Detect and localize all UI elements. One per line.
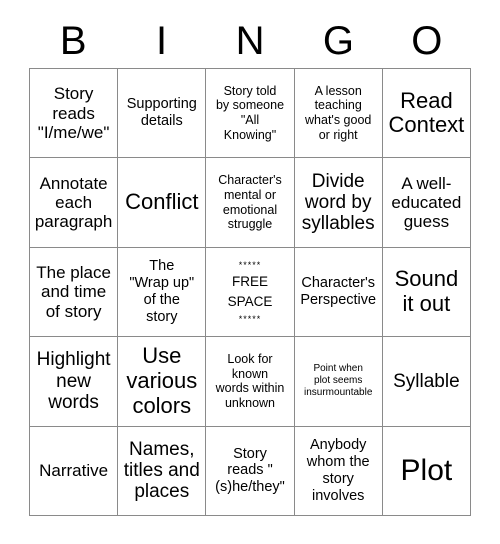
bingo-cell[interactable]: Read Context [382,69,471,159]
bingo-cell-label: Highlight new words [36,349,111,414]
bingo-cell-label: Supporting details [126,96,197,130]
bingo-cell-label: Conflict [125,189,199,215]
header-letter-b: B [59,19,87,63]
bingo-cell-label: Syllable [393,370,460,392]
bingo-cell[interactable]: A lesson teaching what's good or right [294,69,383,159]
header-letter-g: G [322,19,354,63]
bingo-cell-label: Read Context [388,87,465,138]
bingo-cell-label: Plot [400,454,453,488]
bingo-cell-label: A lesson teaching what's good or right [305,83,372,142]
bingo-cell[interactable]: Narrative [30,426,119,516]
free-space-stars-top: ***** [238,260,262,271]
bingo-cell[interactable]: Names, titles and places [118,426,207,516]
bingo-cell[interactable]: Highlight new words [30,337,119,427]
bingo-cell[interactable]: A well- educated guess [382,158,471,248]
bingo-cell[interactable]: Use various colors [118,337,207,427]
bingo-cell-label: Point when plot seems insurmountable [304,363,373,399]
bingo-cell-label: Story told by someone "All Knowing" [215,83,285,142]
free-space-label: FREE SPACE [227,274,273,309]
bingo-cell[interactable]: Divide word by syllables [294,158,383,248]
bingo-cell[interactable]: The place and time of story [30,247,119,338]
bingo-header-row: B I N G O [29,14,471,68]
header-letter-o: O [411,19,443,63]
bingo-cell[interactable]: The "Wrap up" of the story [118,247,207,338]
bingo-grid: Story reads "I/me/we" Supporting details S… [29,68,471,516]
bingo-cell[interactable]: Story reads " (s)he/they" [206,426,295,516]
free-space-content: ***** FREE SPACE ***** [209,258,290,326]
bingo-cell-label: Story reads "I/me/we" [37,84,110,142]
bingo-card: B I N G O Story reads "I/me/we" Supportin… [0,0,500,544]
bingo-cell-label: Anybody whom the story involves [306,437,370,504]
bingo-cell[interactable]: Plot [382,426,471,516]
bingo-cell[interactable]: Character's mental or emotional struggle [206,158,295,248]
bingo-cell-label: Narrative [39,461,109,481]
bingo-cell[interactable]: Supporting details [118,69,207,159]
bingo-cell-label: A well- educated guess [391,173,462,232]
bingo-cell-label: Story reads " (s)he/they" [215,445,285,496]
bingo-cell[interactable]: Look for known words within unknown [206,337,295,427]
bingo-cell[interactable]: Annotate each paragraph [30,158,119,248]
bingo-cell[interactable]: Point when plot seems insurmountable [294,337,383,427]
bingo-cell-label: Divide word by syllables [301,170,375,235]
bingo-cell[interactable]: Sound it out [382,247,471,338]
bingo-cell-label: The place and time of story [36,262,111,321]
bingo-cell[interactable]: Anybody whom the story involves [294,426,383,516]
header-letter-n: N [235,19,265,63]
bingo-cell-label: Look for known words within unknown [215,351,285,411]
bingo-cell-label: Use various colors [126,343,198,418]
bingo-cell[interactable]: Story told by someone "All Knowing" [206,69,295,159]
bingo-cell-label: Character's mental or emotional struggle [218,173,282,232]
bingo-cell[interactable]: Syllable [382,337,471,427]
bingo-cell[interactable]: Story reads "I/me/we" [30,69,119,159]
free-space-stars-bottom: ***** [238,313,262,324]
bingo-cell-label: Character's Perspective [300,275,377,308]
bingo-cell-free-space[interactable]: ***** FREE SPACE ***** [206,247,295,338]
bingo-cell-label: The "Wrap up" of the story [129,258,195,325]
bingo-cell[interactable]: Character's Perspective [294,247,383,338]
header-letter-i: I [156,19,168,63]
bingo-cell[interactable]: Conflict [118,158,207,248]
bingo-cell-label: Names, titles and places [123,438,200,503]
bingo-cell-label: Sound it out [394,266,459,316]
bingo-cell-label: Annotate each paragraph [34,173,113,232]
